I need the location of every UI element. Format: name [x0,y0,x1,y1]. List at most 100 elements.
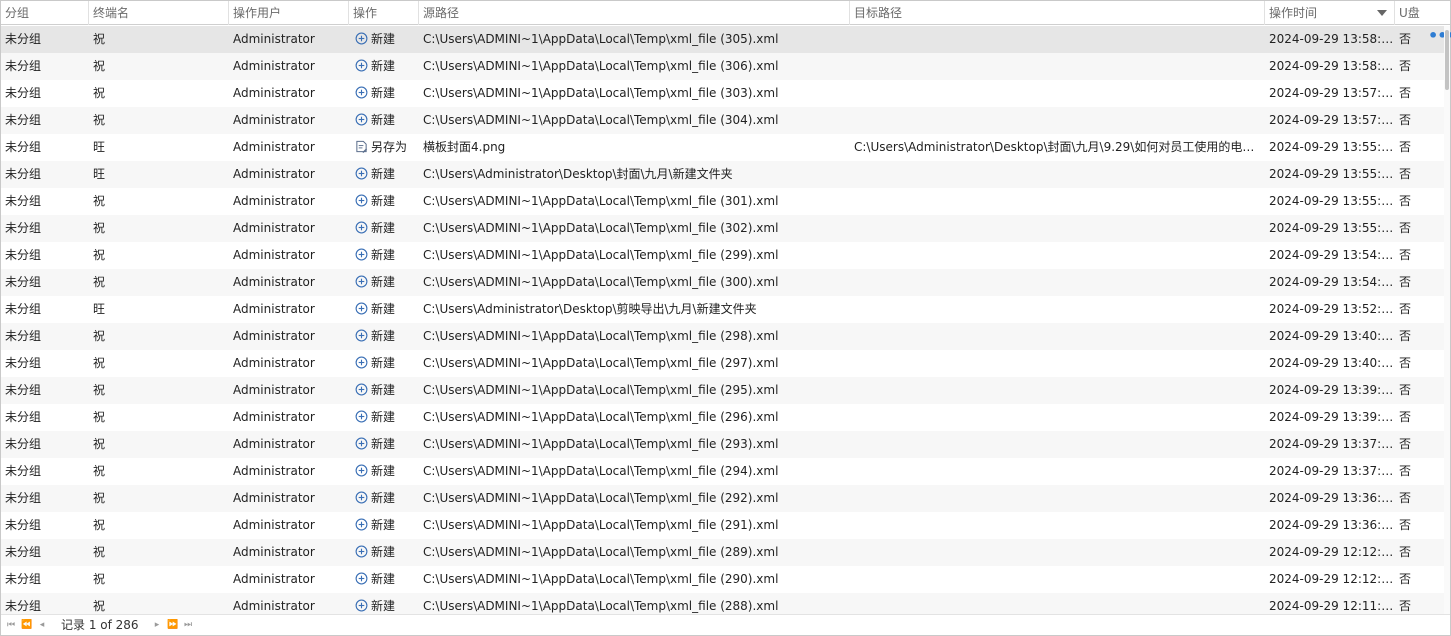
table-row[interactable]: 未分组 旺 Administrator 新建 C:\Users\Administrato… [1,161,1450,188]
sort-desc-icon [1377,10,1387,16]
cell-usb: 否 [1399,167,1412,181]
cell-user: Administrator [233,248,315,262]
cell-group: 未分组 [5,167,42,181]
cell-group: 未分组 [5,572,42,586]
cell-terminal: 旺 [93,140,106,154]
table-row[interactable]: 未分组 祝 Administrator 新建 C:\Users\ADMINI~1\App… [1,377,1450,404]
column-header-terminal[interactable]: 终端名 [89,1,229,25]
vertical-scrollbar[interactable] [1444,26,1450,617]
cell-target-path [850,53,1265,80]
table-row[interactable]: 未分组 祝 Administrator 新建 C:\Users\ADMINI~1\App… [1,404,1450,431]
cell-time: 2024-09-29 13:57:33 [1269,113,1395,127]
operation-label: 新建 [371,437,396,451]
table-row[interactable]: 未分组 祝 Administrator 新建 C:\Users\ADMINI~1\App… [1,215,1450,242]
prev-page-icon[interactable]: ⏪ [21,618,33,632]
table-row[interactable]: 未分组 祝 Administrator 新建 C:\Users\ADMINI~1\App… [1,566,1450,593]
cell-source-path: C:\Users\ADMINI~1\AppData\Local\Temp\xml… [423,383,779,397]
cell-operation: 新建 [349,80,419,107]
cell-usb: 否 [1399,383,1412,397]
cell-operation: 新建 [349,512,419,539]
prev-record-icon[interactable]: ◂ [36,618,48,632]
table-row[interactable]: 未分组 祝 Administrator 新建 C:\Users\ADMINI~1\App… [1,53,1450,80]
table-row[interactable]: 未分组 旺 Administrator 另存为 横板封面4.png C:\Users\Ad… [1,134,1450,161]
operation-label: 新建 [371,194,396,208]
table-row[interactable]: 未分组 祝 Administrator 新建 C:\Users\ADMINI~1\App… [1,350,1450,377]
cell-time: 2024-09-29 13:58:34 [1269,59,1395,73]
cell-group: 未分组 [5,383,42,397]
cell-time: 2024-09-29 13:40:58 [1269,356,1395,370]
table-row[interactable]: 未分组 祝 Administrator 新建 C:\Users\ADMINI~1\App… [1,458,1450,485]
plus-circle-icon [355,302,371,316]
column-header-target[interactable]: 目标路径 [850,1,1265,25]
plus-circle-icon [355,167,371,181]
cell-terminal: 祝 [93,356,106,370]
cell-usb: 否 [1399,113,1412,127]
column-header-group[interactable]: 分组 [1,1,89,25]
cell-user: Administrator [233,437,315,451]
table-row[interactable]: 未分组 祝 Administrator 新建 C:\Users\ADMINI~1\App… [1,539,1450,566]
cell-target-path [850,188,1265,215]
plus-circle-icon [355,599,371,613]
column-header-operation[interactable]: 操作 [349,1,419,25]
cell-time: 2024-09-29 13:52:11 [1269,302,1395,316]
cell-terminal: 祝 [93,545,106,559]
scrollbar-thumb[interactable] [1445,30,1449,90]
plus-circle-icon [355,464,371,478]
cell-source-path: C:\Users\ADMINI~1\AppData\Local\Temp\xml… [423,194,779,208]
cell-target-path [850,269,1265,296]
cell-target-path [850,107,1265,134]
cell-group: 未分组 [5,86,42,100]
operation-log-window: 分组 终端名 操作用户 操作 源路径 目标路径 操作时间 U盘 未分组祝 Admi… [0,0,1451,636]
table-row[interactable]: 未分组 祝 Administrator 新建 C:\Users\ADMINI~1\App… [1,485,1450,512]
cell-usb: 否 [1399,329,1412,343]
table-row[interactable]: 未分组 祝 Administrator 新建 C:\Users\ADMINI~1\App… [1,26,1450,53]
next-record-icon[interactable]: ▸ [151,618,163,632]
first-page-icon[interactable]: ⏮ [5,618,17,632]
cell-operation: 新建 [349,296,419,323]
plus-circle-icon [355,545,371,559]
cell-usb: 否 [1399,194,1412,208]
cell-target-path [850,161,1265,188]
table-row[interactable]: 未分组 祝 Administrator 新建 C:\Users\ADMINI~1\App… [1,107,1450,134]
cell-source-path: C:\Users\ADMINI~1\AppData\Local\Temp\xml… [423,356,779,370]
cell-target-path [850,26,1265,53]
table-row[interactable]: 未分组 祝 Administrator 新建 C:\Users\ADMINI~1\App… [1,431,1450,458]
table-row[interactable]: 未分组 祝 Administrator 新建 C:\Users\ADMINI~1\App… [1,188,1450,215]
cell-usb: 否 [1399,302,1412,316]
cell-time: 2024-09-29 13:57:33 [1269,86,1395,100]
operation-label: 新建 [371,464,396,478]
operation-label: 新建 [371,383,396,397]
cell-operation: 新建 [349,431,419,458]
cell-usb: 否 [1399,275,1412,289]
plus-circle-icon [355,275,371,289]
column-header-source[interactable]: 源路径 [419,1,850,25]
operation-label: 新建 [371,86,396,100]
cell-usb: 否 [1399,59,1412,73]
cell-user: Administrator [233,32,315,46]
column-header-user[interactable]: 操作用户 [229,1,349,25]
cell-group: 未分组 [5,275,42,289]
table-row[interactable]: 未分组 祝 Administrator 新建 C:\Users\ADMINI~1\App… [1,512,1450,539]
cell-usb: 否 [1399,572,1412,586]
cell-group: 未分组 [5,113,42,127]
cell-terminal: 祝 [93,410,106,424]
plus-circle-icon [355,86,371,100]
cell-time: 2024-09-29 13:55:44 [1269,167,1395,181]
cell-operation: 新建 [349,53,419,80]
column-header-time[interactable]: 操作时间 [1265,1,1395,25]
cell-target-path [850,566,1265,593]
cell-target-path [850,458,1265,485]
column-header-usb[interactable]: U盘 [1395,1,1450,25]
plus-circle-icon [355,248,371,262]
table-row[interactable]: 未分组 祝 Administrator 新建 C:\Users\ADMINI~1\App… [1,242,1450,269]
table-row[interactable]: 未分组 祝 Administrator 新建 C:\Users\ADMINI~1\App… [1,269,1450,296]
cell-source-path: C:\Users\ADMINI~1\AppData\Local\Temp\xml… [423,545,779,559]
table-row[interactable]: 未分组 祝 Administrator 新建 C:\Users\ADMINI~1\App… [1,323,1450,350]
table-row[interactable]: 未分组 祝 Administrator 新建 C:\Users\ADMINI~1\App… [1,80,1450,107]
cell-source-path: C:\Users\Administrator\Desktop\剪映导出\九月\新… [423,302,757,316]
operation-label: 新建 [371,518,396,532]
next-page-icon[interactable]: ⏩ [167,618,179,632]
table-row[interactable]: 未分组 旺 Administrator 新建 C:\Users\Administrato… [1,296,1450,323]
last-page-icon[interactable]: ⏭ [182,618,194,632]
cell-target-path [850,242,1265,269]
